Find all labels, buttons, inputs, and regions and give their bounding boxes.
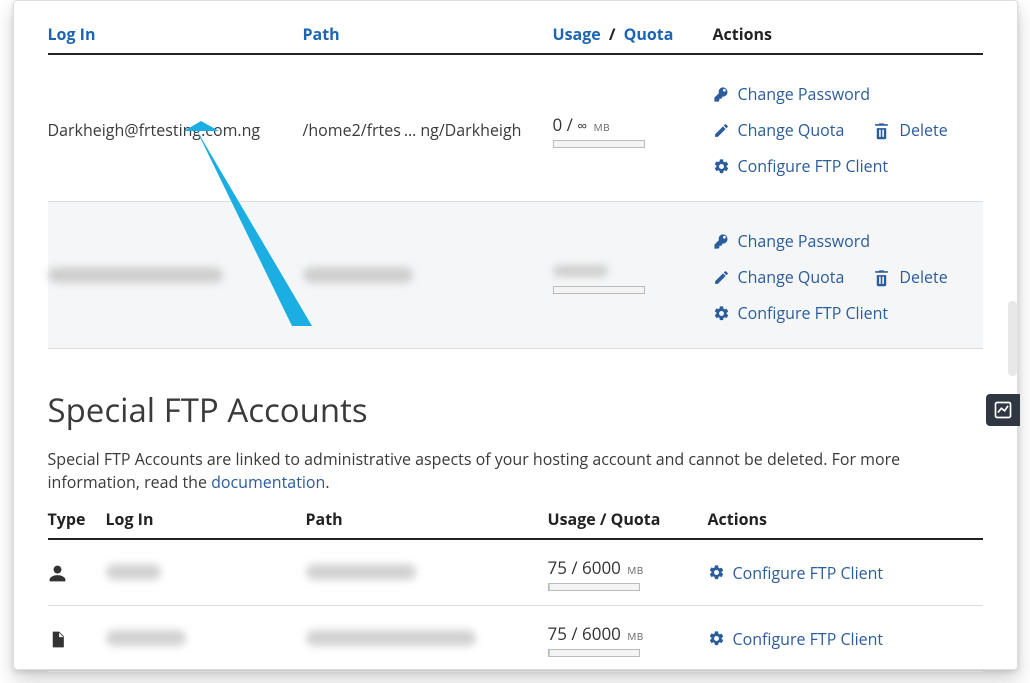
ftp-actions: Change Password Change Quota Delete xyxy=(713,83,983,177)
ftp-panel: Log In Path Usage / Quota Actions Darkhe… xyxy=(13,0,1018,670)
special-usage: 75 / 6000 MB xyxy=(548,622,708,657)
ftp-row: Darkheigh@frtesting.com.ng /home2/frtes…… xyxy=(48,55,983,202)
pencil-icon xyxy=(713,269,730,286)
usage-meter xyxy=(548,649,640,657)
ftp-table-header: Log In Path Usage / Quota Actions xyxy=(48,23,983,55)
change-password-link[interactable]: Change Password xyxy=(713,230,871,252)
ellipsis-icon: … xyxy=(401,119,420,141)
special-login xyxy=(106,563,306,585)
special-actions: Configure FTP Client xyxy=(708,628,983,653)
change-quota-link[interactable]: Change Quota xyxy=(713,266,845,288)
gear-icon xyxy=(713,305,730,322)
documentation-link[interactable]: documentation xyxy=(211,471,325,493)
special-usage: 75 / 6000 MB xyxy=(548,556,708,591)
ftp-row: Change Password Change Quota Delete xyxy=(48,202,983,349)
configure-ftp-link[interactable]: Configure FTP Client xyxy=(713,302,889,324)
special-row: 75 / 6000 MB Configure FTP Client xyxy=(48,540,983,606)
ftp-usage: 0 / ∞ MB xyxy=(553,113,713,148)
ftp-login: Darkheigh@frtesting.com.ng xyxy=(48,119,303,141)
special-path xyxy=(306,563,548,585)
gear-icon xyxy=(708,564,725,581)
ftp-actions: Change Password Change Quota Delete xyxy=(713,230,983,324)
special-table-header: Type Log In Path Usage / Quota Actions xyxy=(48,508,983,540)
configure-ftp-link[interactable]: Configure FTP Client xyxy=(708,628,884,650)
key-icon xyxy=(713,233,730,250)
special-actions: Configure FTP Client xyxy=(708,562,983,587)
col-login[interactable]: Log In xyxy=(48,23,303,45)
usage-meter xyxy=(553,286,645,294)
pencil-icon xyxy=(713,122,730,139)
scrollbar[interactable] xyxy=(1008,301,1017,376)
user-icon xyxy=(48,564,67,583)
configure-ftp-link[interactable]: Configure FTP Client xyxy=(713,155,889,177)
delete-link[interactable]: Delete xyxy=(872,119,947,141)
special-login xyxy=(106,629,306,651)
chart-icon xyxy=(993,400,1013,420)
file-icon xyxy=(48,630,67,649)
col-path[interactable]: Path xyxy=(303,23,553,45)
special-type xyxy=(48,630,106,649)
col-quota: Quota xyxy=(624,23,674,45)
stats-badge[interactable] xyxy=(986,394,1020,426)
special-row: 75 / 6000 MB Configure FTP Client xyxy=(48,606,983,672)
configure-ftp-link[interactable]: Configure FTP Client xyxy=(708,562,884,584)
change-quota-link[interactable]: Change Quota xyxy=(713,119,845,141)
change-password-link[interactable]: Change Password xyxy=(713,83,871,105)
scol-actions: Actions xyxy=(708,508,983,530)
col-usage-quota[interactable]: Usage / Quota xyxy=(553,23,713,45)
scol-type: Type xyxy=(48,508,106,530)
trash-icon xyxy=(872,121,891,140)
ftp-usage xyxy=(553,260,713,294)
scol-usage: Usage / Quota xyxy=(548,508,708,530)
scol-login: Log In xyxy=(106,508,306,530)
usage-meter xyxy=(553,140,645,148)
key-icon xyxy=(713,86,730,103)
special-ftp-desc: Special FTP Accounts are linked to admin… xyxy=(48,448,983,494)
trash-icon xyxy=(872,268,891,287)
special-path xyxy=(306,629,548,651)
ftp-login xyxy=(48,266,303,288)
scol-path: Path xyxy=(306,508,548,530)
ftp-path xyxy=(303,266,553,288)
special-ftp-title: Special FTP Accounts xyxy=(48,387,983,432)
special-type xyxy=(48,564,106,583)
delete-link[interactable]: Delete xyxy=(872,266,947,288)
gear-icon xyxy=(713,158,730,175)
col-actions: Actions xyxy=(713,23,983,45)
col-usage: Usage xyxy=(553,23,601,45)
usage-meter xyxy=(548,583,640,591)
gear-icon xyxy=(708,630,725,647)
ftp-path: /home2/frtes…ng/Darkheigh xyxy=(303,119,553,141)
